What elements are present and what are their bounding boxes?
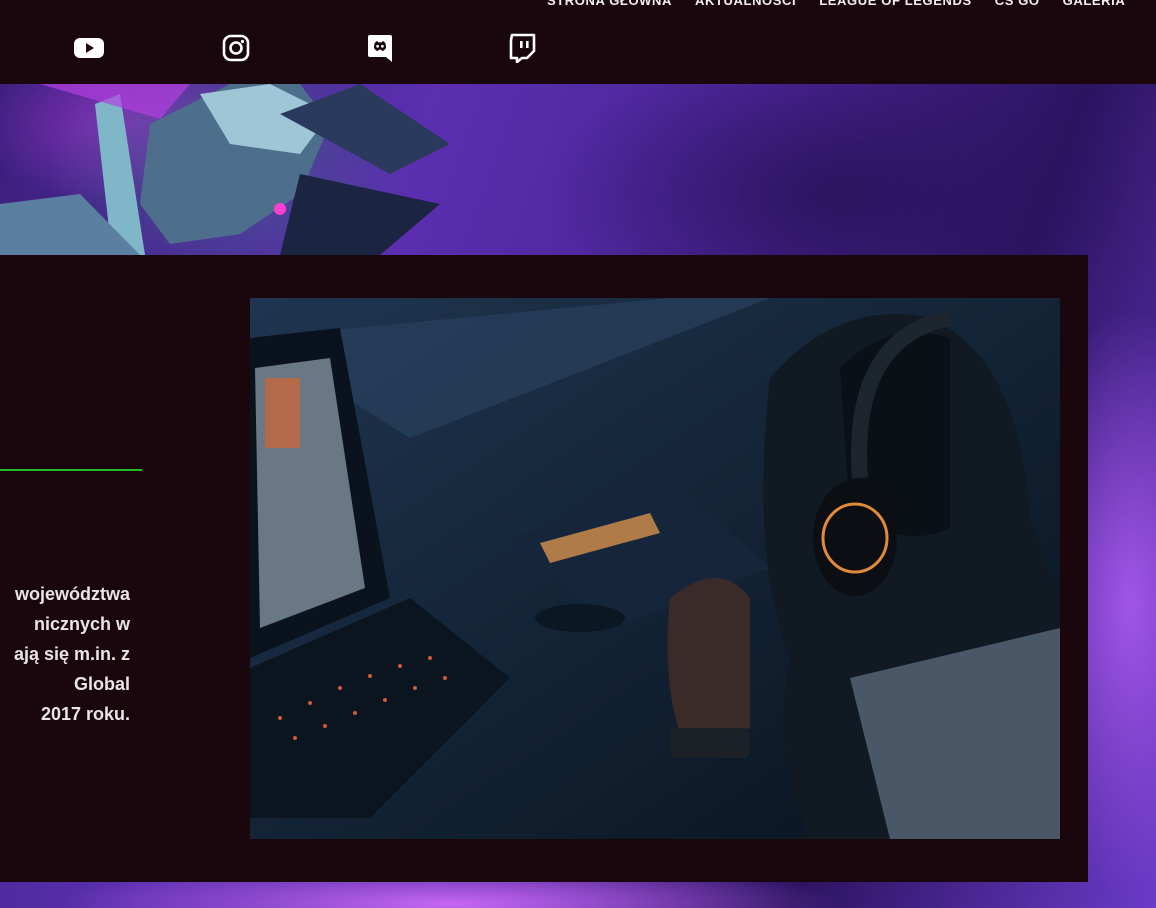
hero-character-art <box>0 84 460 255</box>
twitch-icon[interactable] <box>506 33 538 63</box>
gamer-photo <box>250 298 1060 839</box>
discord-icon[interactable] <box>364 33 396 63</box>
nav-cs-go[interactable]: CS GO <box>995 0 1040 8</box>
youtube-icon[interactable] <box>73 33 105 63</box>
nav-news[interactable]: AKTUALNOŚCI <box>695 0 796 8</box>
main-nav: STRONA GŁÓWNA AKTUALNOŚCI LEAGUE OF LEGE… <box>547 0 1125 8</box>
nav-gallery[interactable]: GALERIA <box>1063 0 1126 8</box>
instagram-icon[interactable] <box>220 33 252 63</box>
section-divider <box>0 469 142 471</box>
top-bar: STRONA GŁÓWNA AKTUALNOŚCI LEAGUE OF LEGE… <box>0 0 1156 84</box>
nav-home[interactable]: STRONA GŁÓWNA <box>547 0 672 8</box>
about-section: województwa nicznych w ają się m.in. z G… <box>0 255 1088 882</box>
about-text: województwa nicznych w ają się m.in. z G… <box>13 584 130 724</box>
nav-league-of-legends[interactable]: LEAGUE OF LEGENDS <box>819 0 972 8</box>
